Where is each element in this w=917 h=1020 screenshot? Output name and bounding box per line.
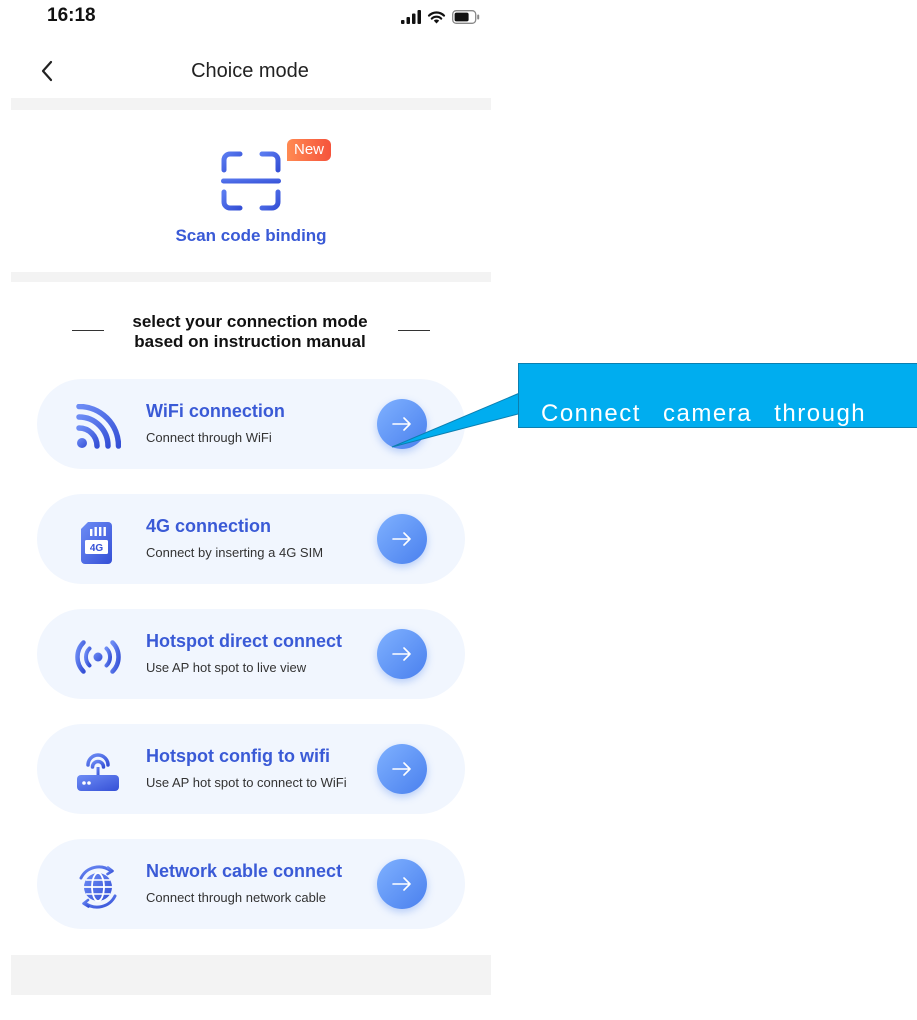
- hotspot-icon: [75, 640, 121, 674]
- scan-code-binding-button[interactable]: New Scan code binding: [11, 110, 491, 272]
- go-arrow-button[interactable]: [377, 859, 427, 909]
- arrow-right-icon: [392, 647, 411, 661]
- option-subtitle: Connect through WiFi: [146, 430, 272, 445]
- chevron-left-icon: [41, 60, 53, 82]
- status-time: 16:18: [47, 5, 96, 26]
- globe-network-icon: [79, 865, 117, 909]
- divider: [11, 272, 491, 282]
- option-subtitle: Connect by inserting a 4G SIM: [146, 545, 324, 560]
- title-dash-right: [398, 330, 430, 331]
- arrow-right-icon: [392, 877, 411, 891]
- sim-card-icon: 4G: [81, 522, 112, 564]
- go-arrow-button[interactable]: [377, 744, 427, 794]
- back-button[interactable]: [32, 56, 62, 86]
- option-subtitle: Use AP hot spot to connect to WiFi: [146, 775, 347, 790]
- arrow-right-icon: [392, 417, 411, 431]
- signal-icon: [401, 10, 421, 24]
- battery-icon: [452, 10, 480, 24]
- option-network-cable-connect[interactable]: Network cable connect Connect through ne…: [37, 839, 465, 929]
- option-hotspot-config-to-wifi[interactable]: Hotspot config to wifi Use AP hot spot t…: [37, 724, 465, 814]
- option-title: WiFi connection: [146, 401, 285, 421]
- option-subtitle: Connect through network cable: [146, 890, 326, 905]
- bottom-bar: [11, 955, 491, 995]
- scan-frame-icon: [221, 151, 281, 211]
- callout-tooltip: Connect camera through: [518, 363, 917, 428]
- divider: [11, 98, 491, 110]
- option-wifi-connection[interactable]: WiFi connection Connect through WiFi: [37, 379, 465, 469]
- go-arrow-button[interactable]: [377, 514, 427, 564]
- option-hotspot-direct-connect[interactable]: Hotspot direct connect Use AP hot spot t…: [37, 609, 465, 699]
- option-title: Network cable connect: [146, 861, 343, 881]
- section-title: select your connection mode based on ins…: [100, 312, 400, 352]
- sim-card-label: 4G: [90, 543, 104, 554]
- go-arrow-button[interactable]: [377, 399, 427, 449]
- go-arrow-button[interactable]: [377, 629, 427, 679]
- arrow-right-icon: [392, 532, 411, 546]
- wifi-icon: [427, 11, 446, 24]
- router-icon: [77, 753, 119, 791]
- option-subtitle: Use AP hot spot to live view: [146, 660, 307, 675]
- new-badge: New: [287, 139, 331, 161]
- option-title: 4G connection: [146, 516, 272, 536]
- option-title: Hotspot direct connect: [146, 631, 343, 651]
- arrow-right-icon: [392, 762, 411, 776]
- option-title: Hotspot config to wifi: [146, 746, 330, 766]
- nav-bar: Choice mode: [0, 50, 500, 94]
- status-icons: [401, 8, 480, 26]
- status-bar: 16:18: [0, 0, 500, 34]
- wifi-signal-icon: [76, 404, 121, 449]
- scan-code-binding-label: Scan code binding: [175, 226, 327, 245]
- page-title: Choice mode: [191, 60, 309, 82]
- section-title-line2: based on instruction manual: [134, 332, 366, 351]
- section-title-line1: select your connection mode: [132, 312, 368, 331]
- callout-text: Connect camera through: [541, 400, 867, 427]
- option-4g-connection[interactable]: 4G 4G connection Connect by inserting a …: [37, 494, 465, 584]
